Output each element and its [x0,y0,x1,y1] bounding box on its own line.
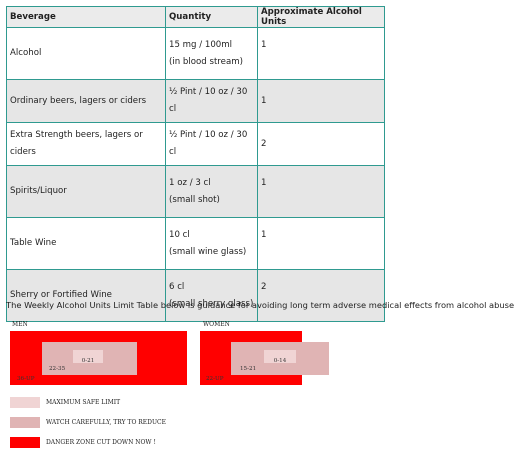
men-safe-range: 0-21 [81,358,95,364]
quantity-cell: ½ Pint / 10 oz / 30 cl [165,79,258,123]
legend-safe-swatch [10,397,40,408]
units-cell: 1 [257,27,385,80]
women-safe-zone: 0-14 [264,350,296,364]
alcohol-units-table: Beverage Quantity Approximate Alcohol Un… [6,6,385,322]
beverage-cell: Alcohol [6,27,166,80]
table-row: Ordinary beers, lagers or ciders ½ Pint … [6,79,385,123]
quantity-value: 15 mg / 100ml [169,39,233,50]
men-label: MEN [12,321,28,328]
table-row: Sherry or Fortified Wine 6 cl (small sher… [6,269,385,322]
quantity-value: 1 oz / 3 cl [169,177,211,188]
quantity-cell: 15 mg / 100ml (in blood stream) [165,27,258,80]
header-beverage: Beverage [6,6,166,28]
quantity-note: (in blood stream) [169,56,243,67]
table-row: Extra Strength beers, lagers or ciders ½… [6,122,385,166]
beverage-cell: Table Wine [6,217,166,270]
quantity-note: (small shot) [169,194,220,205]
quantity-cell: 6 cl (small sherry glass) [165,269,258,322]
header-quantity: Quantity [165,6,258,28]
quantity-note: (small wine glass) [169,246,247,257]
women-watch-range: 15-21 [240,366,257,372]
quantity-cell: 1 oz / 3 cl (small shot) [165,165,258,218]
table-header-row: Beverage Quantity Approximate Alcohol Un… [6,6,385,28]
men-danger-range: 36-UP [17,376,35,382]
weekly-limit-note: The Weekly Alcohol Units Limit Table bel… [6,300,514,310]
women-safe-range: 0-14 [273,358,287,364]
legend-safe-label: MAXIMUM SAFE LIMIT [46,399,121,406]
units-cell: 1 [257,217,385,270]
units-cell: 2 [257,269,385,322]
table-row: Alcohol 15 mg / 100ml (in blood stream) 1 [6,27,385,80]
quantity-cell: 10 cl (small wine glass) [165,217,258,270]
header-units: Approximate Alcohol Units [257,6,385,28]
quantity-value: 6 cl [169,281,185,292]
women-danger-range: 22-UP [206,376,224,382]
beverage-cell: Ordinary beers, lagers or ciders [6,79,166,123]
women-label: WOMEN [203,321,230,328]
table-row: Spirits/Liquor 1 oz / 3 cl (small shot) 1 [6,165,385,218]
quantity-value: 10 cl [169,229,190,240]
units-cell: 2 [257,122,385,166]
quantity-cell: ½ Pint / 10 oz / 30 cl [165,122,258,166]
units-cell: 1 [257,79,385,123]
beverage-cell: Spirits/Liquor [6,165,166,218]
beverage-cell: Extra Strength beers, lagers or ciders [6,122,166,166]
legend-watch-label: WATCH CAREFULLY, TRY TO REDUCE [46,419,166,426]
table-row: Table Wine 10 cl (small wine glass) 1 [6,217,385,270]
legend-watch-swatch [10,417,40,428]
men-safe-zone: 0-21 [73,350,103,364]
units-cell: 1 [257,165,385,218]
legend-danger-label: DANGER ZONE CUT DOWN NOW ! [46,439,156,446]
legend-danger-swatch [10,437,40,448]
men-watch-range: 22-35 [49,366,66,372]
beverage-cell: Sherry or Fortified Wine [6,269,166,322]
